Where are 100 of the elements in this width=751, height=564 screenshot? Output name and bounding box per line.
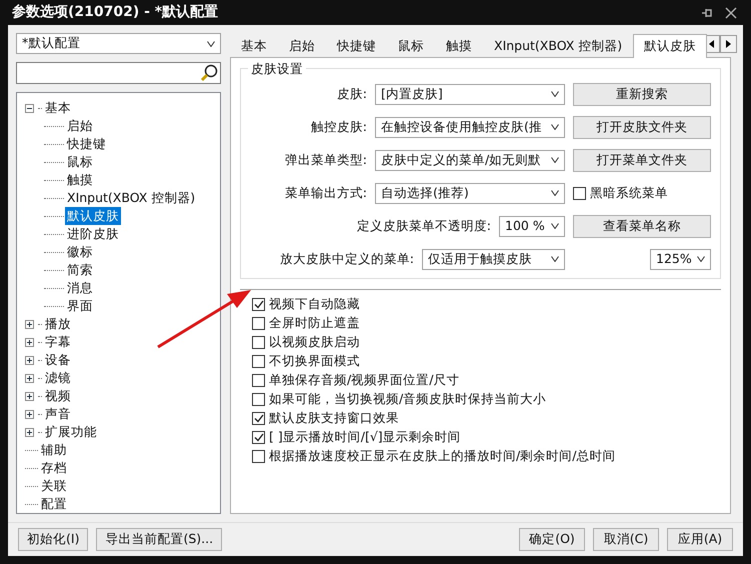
tab[interactable]: 启始 — [278, 35, 326, 57]
tree-item[interactable]: 声音 — [43, 404, 73, 424]
search-field[interactable] — [16, 62, 221, 84]
checkbox[interactable] — [252, 393, 265, 406]
caret-icon — [551, 124, 559, 130]
pin-icon — [701, 6, 713, 18]
left-triangle-icon — [709, 40, 714, 48]
caret-icon — [551, 256, 559, 262]
dropdown[interactable]: [内置皮肤] — [375, 84, 565, 104]
expand-icon[interactable] — [25, 374, 34, 382]
tree-item[interactable]: 扩展功能 — [43, 422, 99, 442]
button[interactable]: 取消(C) — [593, 528, 659, 551]
checkbox[interactable] — [252, 412, 265, 425]
close-icon[interactable] — [725, 6, 737, 18]
expand-icon[interactable] — [25, 320, 34, 328]
checkbox-label: 不切换界面模式 — [269, 352, 360, 370]
tree-item[interactable]: XInput(XBOX 控制器) — [65, 188, 198, 208]
field-label: 皮肤: — [336, 84, 367, 103]
tree-item[interactable]: 默认皮肤 — [65, 206, 121, 226]
dropdown[interactable]: 自动选择(推荐) — [375, 182, 565, 204]
checkbox-label: 黑暗系统菜单 — [590, 184, 668, 202]
dropdown-value: [内置皮肤] — [381, 84, 443, 103]
button[interactable]: 确定(O) — [519, 528, 585, 551]
dropdown-value: 仅适用于触摸皮肤 — [428, 250, 532, 268]
dropdown-value: 自动选择(推荐) — [381, 184, 469, 202]
tree-item[interactable]: 启始 — [65, 116, 95, 136]
tree-item[interactable]: 配置 — [39, 494, 69, 514]
dropdown[interactable]: 100 % — [499, 216, 565, 236]
tree-item[interactable]: 滤镜 — [43, 368, 73, 388]
dropdown[interactable]: 在触控设备使用触控皮肤(推 — [375, 116, 565, 138]
tab[interactable]: 触摸 — [435, 35, 483, 57]
button[interactable]: 重新搜索 — [573, 82, 711, 106]
field-label: 定义皮肤菜单不透明度: — [356, 216, 491, 235]
window-title: 参数选项(210702) - *默认配置 — [12, 3, 220, 22]
checkbox-label: 单独保存音频/视频界面位置/尺寸 — [269, 371, 460, 390]
tree-item[interactable]: 基本 — [43, 98, 73, 118]
tree-item[interactable]: 鼠标 — [65, 152, 95, 172]
caret-icon — [207, 40, 215, 46]
expand-icon[interactable] — [25, 410, 34, 418]
field-label: 触控皮肤: — [310, 118, 367, 136]
collapse-icon[interactable] — [25, 104, 34, 112]
dropdown[interactable]: 皮肤中定义的菜单/如无则默 — [375, 150, 565, 170]
checkbox-label: 以视频皮肤启动 — [269, 333, 360, 352]
tab[interactable]: 鼠标 — [387, 35, 435, 57]
caret-icon — [551, 223, 559, 229]
button[interactable]: 应用(A) — [667, 528, 733, 551]
tree-item[interactable]: 快捷键 — [65, 134, 108, 154]
button[interactable]: 导出当前配置(S)... — [96, 528, 222, 551]
checkbox[interactable] — [252, 431, 265, 444]
expand-icon[interactable] — [25, 338, 34, 346]
expand-icon[interactable] — [25, 392, 34, 400]
field-label: 弹出菜单类型: — [284, 150, 367, 169]
dropdown-value: 在触控设备使用触控皮肤(推 — [381, 118, 542, 136]
tab[interactable]: 基本 — [230, 35, 278, 57]
field-label: 菜单输出方式: — [284, 184, 367, 202]
tree-item[interactable]: 字幕 — [43, 332, 73, 352]
button[interactable]: 打开菜单文件夹 — [573, 148, 711, 172]
checkbox[interactable] — [252, 298, 265, 311]
tab[interactable]: XInput(XBOX 控制器) — [483, 35, 634, 57]
expand-icon[interactable] — [25, 428, 34, 436]
button[interactable]: 查看菜单名称 — [573, 214, 711, 238]
tree-item[interactable]: 存档 — [39, 458, 69, 478]
button[interactable]: 初始化(I) — [18, 528, 88, 551]
checkbox[interactable] — [573, 186, 586, 200]
checkbox[interactable] — [252, 317, 265, 330]
tree-item[interactable]: 界面 — [65, 296, 95, 316]
checkbox[interactable] — [252, 374, 265, 387]
tree-item[interactable]: 辅助 — [39, 440, 69, 460]
caret-icon — [551, 190, 559, 196]
profile-dropdown[interactable]: *默认配置 — [16, 33, 221, 54]
checkbox-label: 视频下自动隐藏 — [269, 295, 360, 314]
dropdown-value: 100 % — [505, 216, 545, 235]
tab[interactable]: 默认皮肤 — [633, 34, 708, 58]
tree-item[interactable]: 视频 — [43, 386, 73, 406]
checkbox[interactable] — [252, 450, 265, 463]
right-triangle-icon — [726, 40, 731, 48]
expand-icon[interactable] — [25, 356, 34, 364]
checkbox-label: 根据播放速度校正显示在皮肤上的播放时间/剩余时间/总时间 — [269, 447, 616, 466]
checkbox-label: 默认皮肤支持窗口效果 — [269, 409, 399, 428]
search-icon — [200, 64, 218, 82]
caret-icon — [551, 157, 559, 163]
dropdown[interactable]: 125% — [650, 248, 711, 270]
dropdown[interactable]: 仅适用于触摸皮肤 — [422, 248, 565, 270]
tree-item[interactable]: 消息 — [65, 278, 95, 298]
tree-item[interactable]: 徽标 — [65, 242, 95, 262]
checkbox[interactable] — [252, 336, 265, 349]
tree-item[interactable]: 进阶皮肤 — [65, 224, 121, 244]
tree-item[interactable]: 播放 — [43, 314, 73, 334]
checkbox-label: 如果可能，当切换视频/音频皮肤时保持当前大小 — [269, 390, 546, 408]
checkbox-label: [ ]显示播放时间/[√]显示剩余时间 — [269, 428, 461, 446]
tree-item[interactable]: 简索 — [65, 260, 95, 280]
caret-icon — [551, 91, 559, 97]
tab[interactable]: 快捷键 — [326, 35, 387, 57]
dropdown-value: *默认配置 — [22, 34, 80, 52]
checkbox[interactable] — [252, 355, 265, 368]
tree-item[interactable]: 设备 — [43, 350, 73, 370]
scroll-right-button[interactable] — [720, 35, 737, 53]
button[interactable]: 打开皮肤文件夹 — [573, 116, 711, 138]
tree-item[interactable]: 关联 — [39, 476, 69, 496]
tree-item[interactable]: 触摸 — [65, 170, 95, 190]
